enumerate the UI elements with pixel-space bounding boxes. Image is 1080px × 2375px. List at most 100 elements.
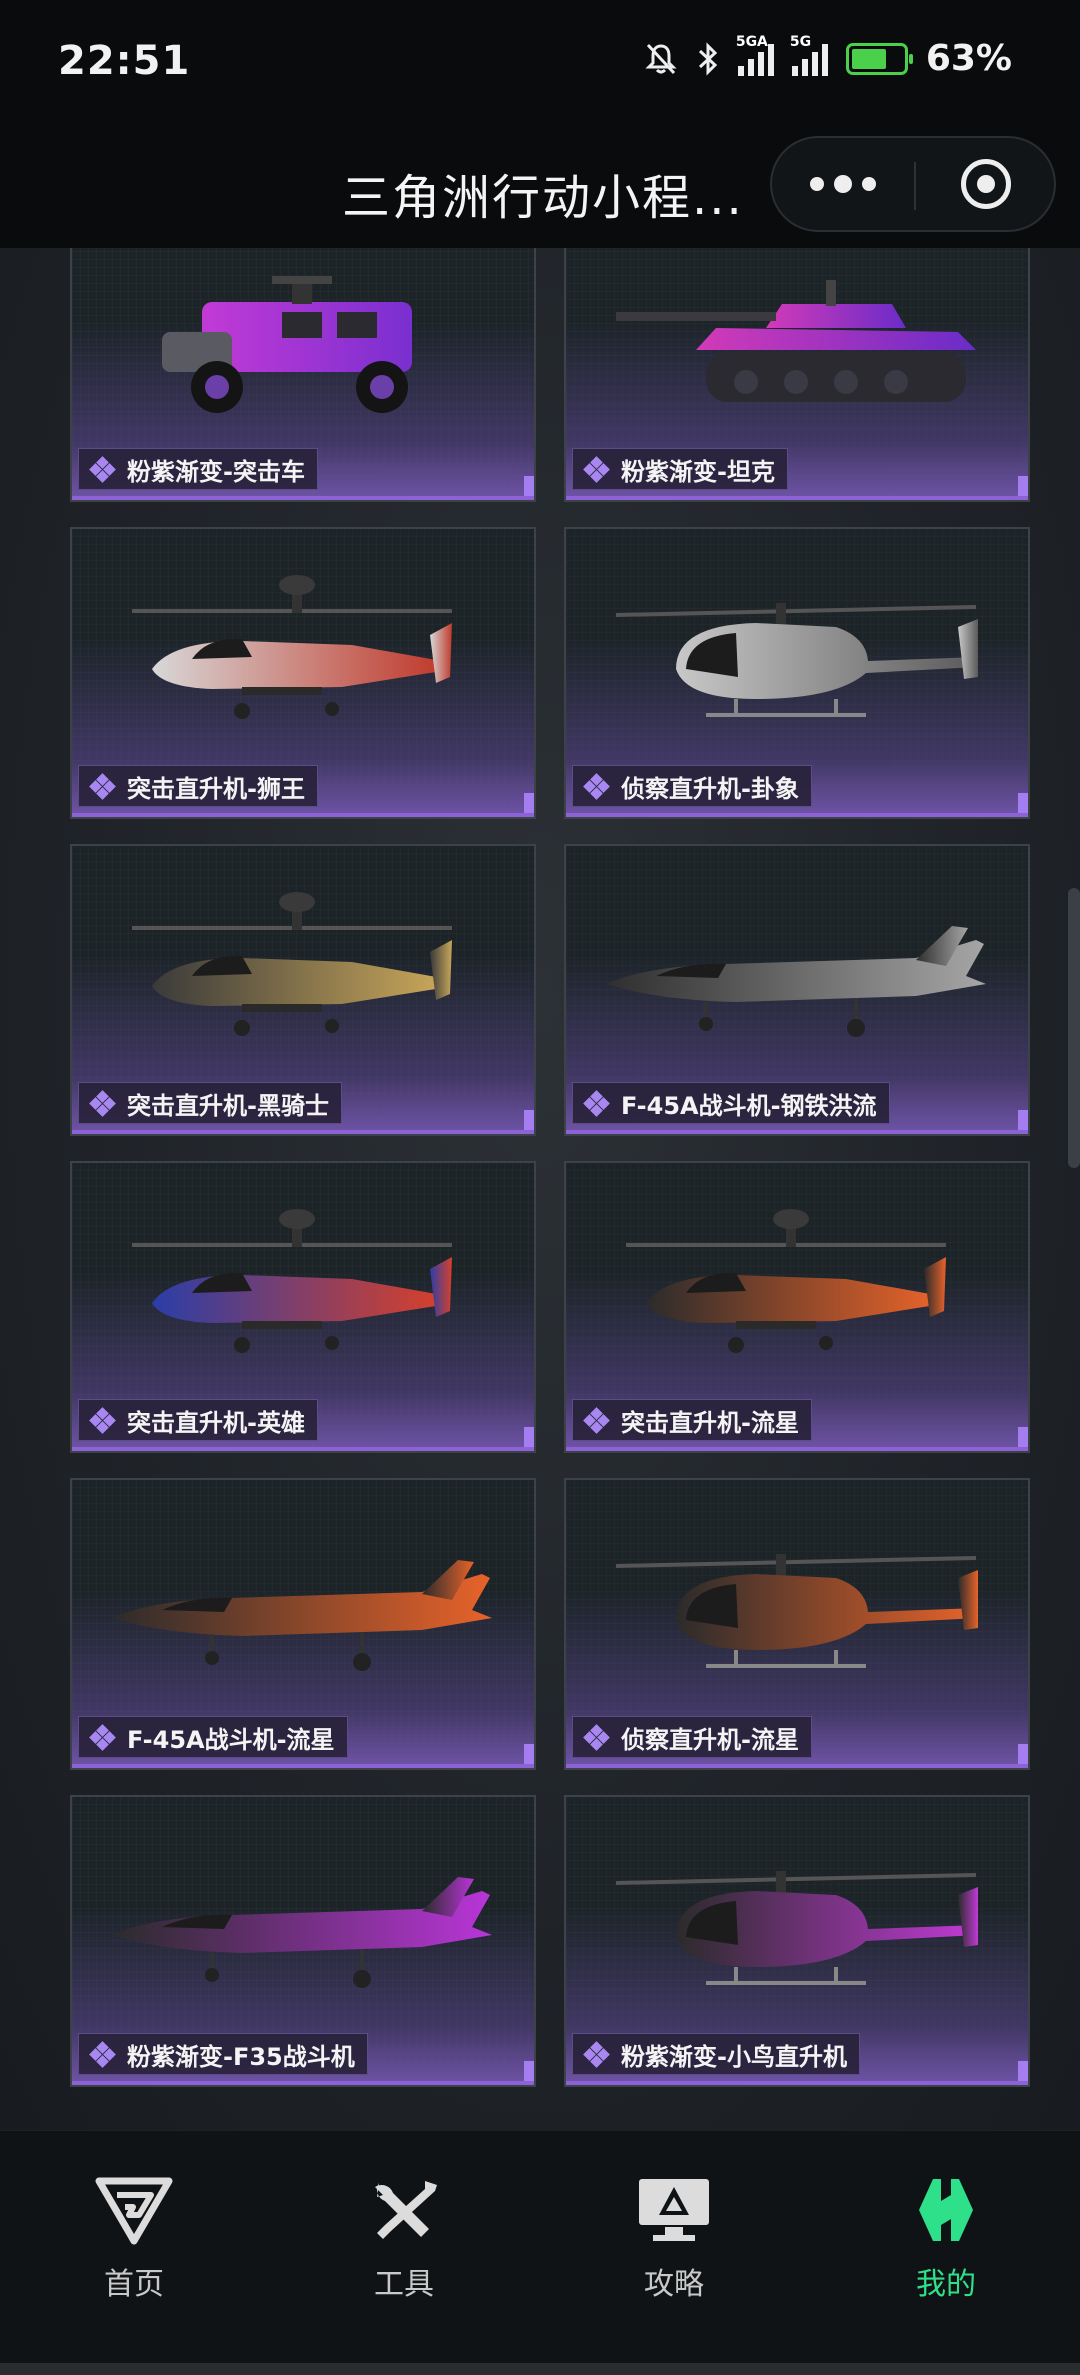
nav-profile[interactable]: 我的 bbox=[846, 2175, 1046, 2303]
scout-heli-image bbox=[615, 1871, 978, 1985]
network-label-2: 5G bbox=[789, 33, 812, 50]
rarity-gem-icon bbox=[89, 1090, 116, 1117]
rarity-gem-icon bbox=[89, 456, 116, 483]
skin-card[interactable]: 突击直升机-黑骑士 bbox=[70, 844, 536, 1136]
skin-name-tag: 侦察直升机-流星 bbox=[572, 1716, 812, 1758]
jet-image bbox=[112, 1560, 492, 1671]
skin-card[interactable]: F-45A战斗机-钢铁洪流 bbox=[564, 844, 1030, 1136]
rarity-gem-icon bbox=[583, 1724, 610, 1751]
skin-name-label: 突击直升机-英雄 bbox=[127, 1408, 305, 1437]
skin-card[interactable]: F-45A战斗机-流星 bbox=[70, 1478, 536, 1770]
jet-image bbox=[112, 1877, 492, 1988]
home-g-icon bbox=[95, 2177, 173, 2245]
skin-name-label: 粉紫渐变-坦克 bbox=[621, 457, 775, 486]
skin-card[interactable]: 粉紫渐变-坦克 bbox=[564, 248, 1030, 502]
dot-icon bbox=[862, 177, 876, 191]
skin-card[interactable]: 突击直升机-英雄 bbox=[70, 1161, 536, 1453]
skin-name-label: 侦察直升机-流星 bbox=[621, 1725, 799, 1754]
card-corner-accent bbox=[1018, 793, 1028, 817]
rarity-gem-icon bbox=[583, 2041, 610, 2068]
card-corner-accent bbox=[524, 2061, 534, 2085]
skin-card[interactable]: 突击直升机-流星 bbox=[564, 1161, 1030, 1453]
attack-heli-image bbox=[626, 1209, 946, 1353]
skin-name-label: 粉紫渐变-小鸟直升机 bbox=[621, 2042, 847, 2071]
card-corner-accent bbox=[524, 476, 534, 500]
dot-icon bbox=[810, 177, 824, 191]
mute-icon bbox=[645, 43, 677, 74]
status-time: 22:51 bbox=[58, 38, 191, 84]
bluetooth-icon bbox=[698, 41, 717, 76]
skin-name-label: 粉紫渐变-突击车 bbox=[127, 457, 305, 486]
skin-name-label: 粉紫渐变-F35战斗机 bbox=[127, 2042, 355, 2071]
rarity-gem-icon bbox=[89, 2041, 116, 2068]
jet-image bbox=[606, 926, 986, 1037]
nav-tools-label: 工具 bbox=[374, 2267, 434, 2302]
skin-name-tag: 粉紫渐变-突击车 bbox=[78, 448, 318, 490]
rarity-gem-icon bbox=[89, 1407, 116, 1434]
skin-card[interactable]: 粉紫渐变-F35战斗机 bbox=[70, 1795, 536, 2087]
nav-tools[interactable]: 工具 bbox=[304, 2175, 504, 2303]
close-target-icon bbox=[961, 159, 1011, 209]
nav-guide[interactable]: 攻略 bbox=[574, 2175, 774, 2303]
skin-grid-scroll[interactable]: 粉紫渐变-突击车 粉紫渐变-坦克 突击直升机-狮王 侦察直升机-卦象 突击直升机… bbox=[0, 248, 1080, 2130]
skin-card[interactable]: 突击直升机-狮王 bbox=[70, 527, 536, 819]
card-corner-accent bbox=[1018, 1110, 1028, 1134]
attack-heli-image bbox=[132, 1209, 452, 1353]
skin-name-label: F-45A战斗机-钢铁洪流 bbox=[621, 1091, 877, 1120]
rarity-gem-icon bbox=[583, 773, 610, 800]
battery-icon bbox=[845, 42, 913, 75]
card-corner-accent bbox=[524, 793, 534, 817]
battery-percent: 63% bbox=[925, 38, 1012, 79]
card-corner-accent bbox=[1018, 476, 1028, 500]
nav-guide-label: 攻略 bbox=[644, 2267, 704, 2302]
skin-name-tag: 突击直升机-流星 bbox=[572, 1399, 812, 1441]
skin-name-tag: 突击直升机-黑骑士 bbox=[78, 1082, 342, 1124]
card-corner-accent bbox=[1018, 1427, 1028, 1451]
guide-monitor-icon bbox=[639, 2179, 709, 2241]
skin-name-tag: 突击直升机-英雄 bbox=[78, 1399, 318, 1441]
rarity-gem-icon bbox=[89, 1724, 116, 1751]
status-icons: 5GA 5G 63% bbox=[644, 34, 1012, 79]
skin-name-tag: 粉紫渐变-坦克 bbox=[572, 448, 788, 490]
card-corner-accent bbox=[524, 1744, 534, 1768]
network-label-1: 5GA bbox=[735, 33, 768, 50]
dot-icon bbox=[834, 175, 852, 193]
skin-name-tag: 突击直升机-狮王 bbox=[78, 765, 318, 807]
tank-image bbox=[616, 280, 976, 402]
scrollbar[interactable] bbox=[1068, 888, 1080, 1168]
card-corner-accent bbox=[1018, 2061, 1028, 2085]
status-bar: 22:51 5GA 5G 63% bbox=[0, 0, 1080, 120]
skin-name-label: 突击直升机-黑骑士 bbox=[127, 1091, 329, 1120]
nav-home[interactable]: 首页 bbox=[34, 2175, 234, 2303]
attack-heli-image bbox=[132, 575, 452, 719]
home-indicator bbox=[0, 2363, 1080, 2375]
card-corner-accent bbox=[524, 1110, 534, 1134]
skin-name-label: 突击直升机-流星 bbox=[621, 1408, 799, 1437]
close-button[interactable] bbox=[916, 138, 1056, 230]
rarity-gem-icon bbox=[583, 1090, 610, 1117]
scout-heli-image bbox=[615, 603, 978, 717]
skin-card[interactable]: 侦察直升机-卦象 bbox=[564, 527, 1030, 819]
attack-heli-image bbox=[132, 892, 452, 1036]
nav-home-label: 首页 bbox=[104, 2267, 164, 2302]
skin-card[interactable]: 粉紫渐变-小鸟直升机 bbox=[564, 1795, 1030, 2087]
skin-name-tag: F-45A战斗机-钢铁洪流 bbox=[572, 1082, 890, 1124]
mini-program-titlebar: 三角洲行动小程... bbox=[0, 120, 1080, 248]
skin-name-tag: 粉紫渐变-小鸟直升机 bbox=[572, 2033, 860, 2075]
rarity-gem-icon bbox=[583, 456, 610, 483]
skin-name-label: F-45A战斗机-流星 bbox=[127, 1725, 335, 1754]
signal-icon-2: 5G bbox=[790, 34, 828, 76]
skin-card[interactable]: 侦察直升机-流星 bbox=[564, 1478, 1030, 1770]
tools-icon bbox=[375, 2181, 437, 2239]
skin-card[interactable]: 粉紫渐变-突击车 bbox=[70, 248, 536, 502]
bottom-nav: 首页 工具 攻略 我的 bbox=[0, 2130, 1080, 2375]
skin-name-label: 侦察直升机-卦象 bbox=[621, 774, 799, 803]
skin-name-label: 突击直升机-狮王 bbox=[127, 774, 305, 803]
signal-icon: 5GA bbox=[736, 34, 774, 76]
rarity-gem-icon bbox=[583, 1407, 610, 1434]
nav-profile-label: 我的 bbox=[916, 2267, 976, 2302]
more-button[interactable] bbox=[772, 138, 914, 230]
capsule-menu bbox=[770, 136, 1056, 232]
rarity-gem-icon bbox=[89, 773, 116, 800]
card-corner-accent bbox=[524, 1427, 534, 1451]
